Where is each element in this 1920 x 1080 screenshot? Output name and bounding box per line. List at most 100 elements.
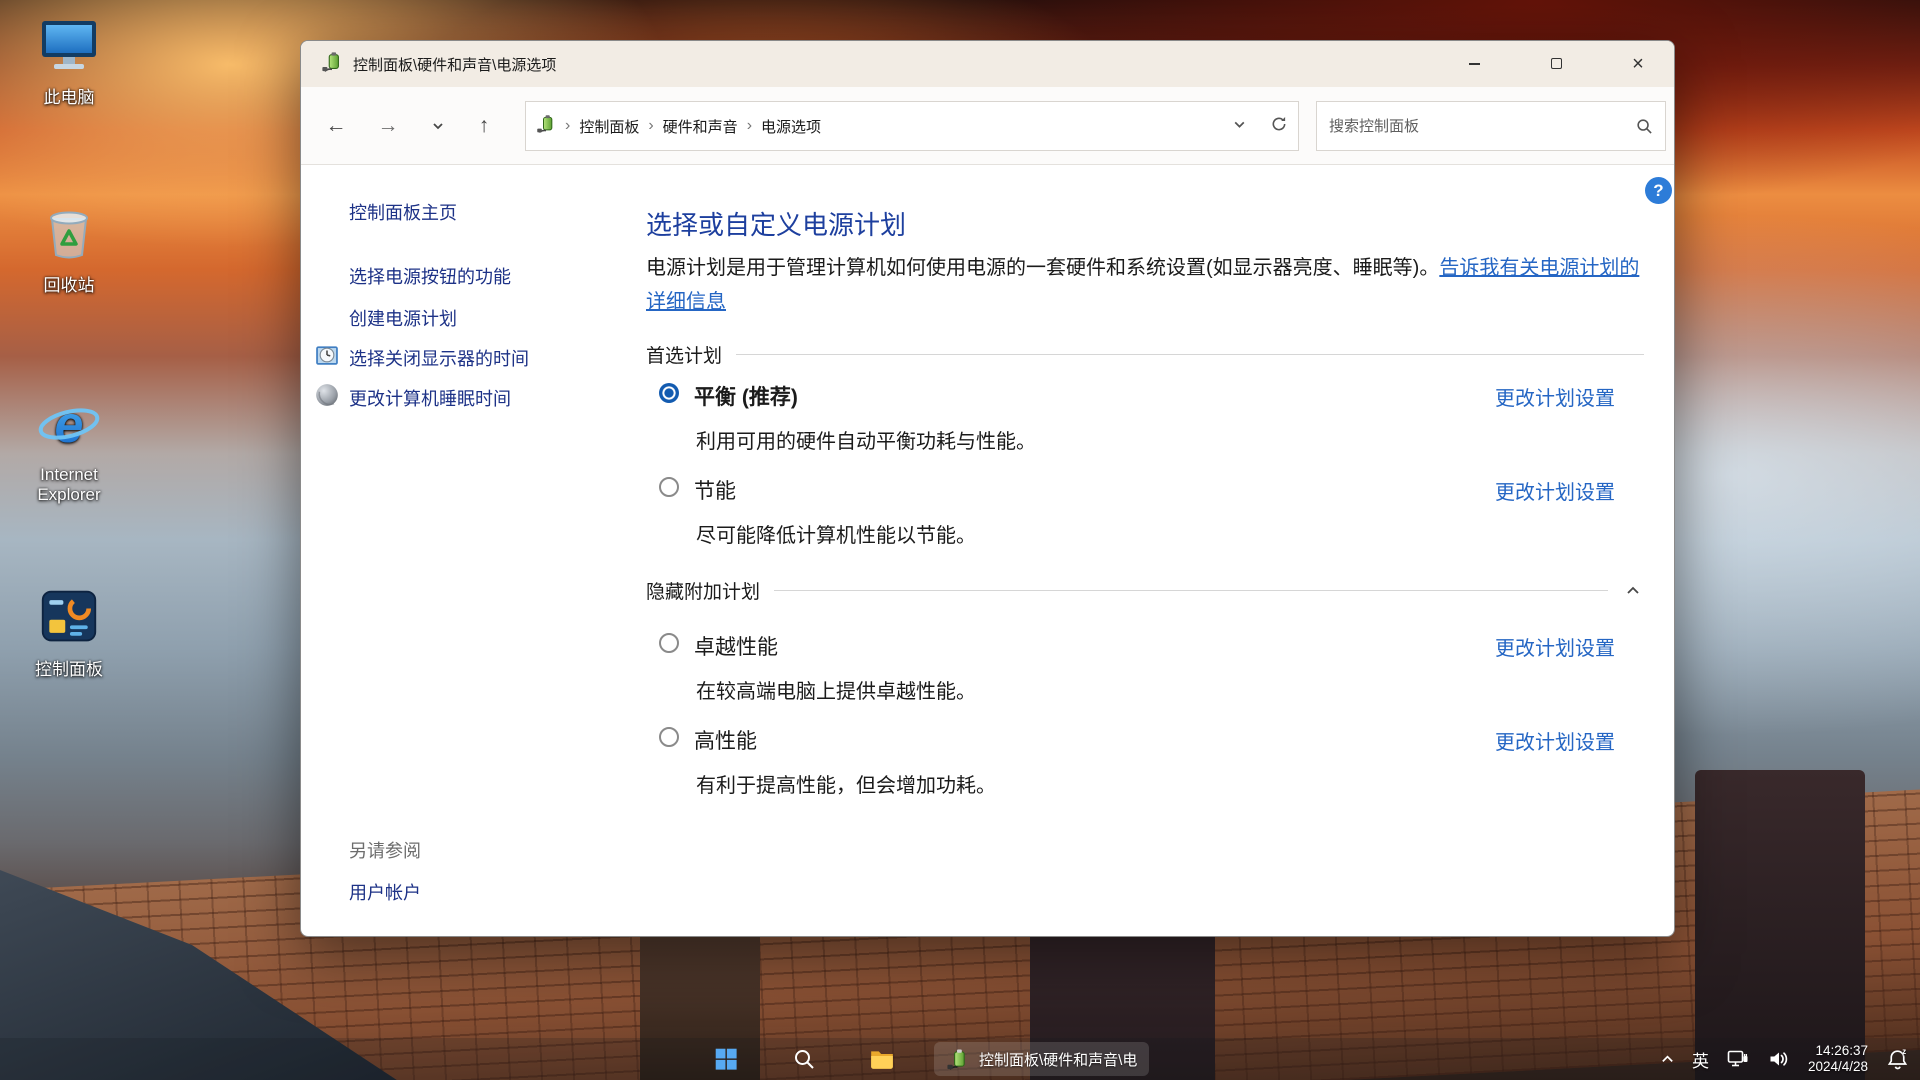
sidebar-item-control-panel-home[interactable]: 控制面板主页 — [349, 199, 457, 225]
search-box[interactable] — [1316, 101, 1666, 151]
back-button[interactable]: ← — [319, 109, 353, 143]
plan-row-high-performance: 高性能 更改计划设置 有利于提高性能，但会增加功耗。 — [646, 723, 1644, 807]
maximize-icon — [1551, 58, 1562, 69]
svg-text:e: e — [55, 396, 84, 454]
plan-name: 卓越性能 — [694, 631, 778, 661]
help-button[interactable]: ? — [1645, 177, 1672, 204]
plan-description: 利用可用的硬件自动平衡功耗与性能。 — [696, 425, 1036, 454]
volume-icon[interactable] — [1767, 1047, 1791, 1071]
breadcrumb-hardware-sound[interactable]: 硬件和声音 — [663, 116, 738, 137]
address-dropdown-chevron[interactable] — [1232, 117, 1247, 136]
recycle-bin-icon — [37, 200, 101, 264]
section-label: 首选计划 — [646, 341, 722, 368]
start-button[interactable] — [702, 1040, 750, 1078]
radio-high-performance[interactable] — [659, 727, 679, 747]
maximize-button[interactable] — [1527, 41, 1585, 86]
intro-paragraph: 电源计划是用于管理计算机如何使用电源的一套硬件和系统设置(如显示器亮度、睡眠等)… — [646, 251, 1646, 319]
plan-description: 有利于提高性能，但会增加功耗。 — [696, 769, 996, 798]
window-title: 控制面板\硬件和声音\电源选项 — [353, 54, 556, 75]
address-bar[interactable]: › 控制面板 › 硬件和声音 › 电源选项 — [525, 101, 1299, 151]
page-title: 选择或自定义电源计划 — [646, 205, 906, 242]
control-panel-icon — [37, 584, 101, 648]
plan-name: 高性能 — [694, 725, 757, 755]
power-options-icon-small — [536, 114, 556, 138]
sidebar-item-user-accounts[interactable]: 用户帐户 — [349, 879, 421, 905]
internet-explorer-icon: e — [37, 394, 101, 458]
taskbar: 控制面板\硬件和声音\电 英 14:26:37 2024/4/28 — [0, 1038, 1920, 1080]
plan-description: 尽可能降低计算机性能以节能。 — [696, 519, 976, 548]
language-indicator[interactable]: 英 — [1692, 1047, 1709, 1072]
svg-text:z: z — [1902, 1047, 1906, 1056]
power-options-icon — [946, 1048, 969, 1071]
sidebar-item-display-off-time[interactable]: 选择关闭显示器的时间 — [349, 345, 529, 371]
windows-logo-icon — [713, 1046, 739, 1072]
sidebar-item-sleep-time[interactable]: 更改计算机睡眠时间 — [349, 385, 511, 411]
plan-row-balanced: 平衡 (推荐) 更改计划设置 利用可用的硬件自动平衡功耗与性能。 — [646, 379, 1644, 463]
search-icon — [792, 1047, 816, 1071]
desktop-icon-internet-explorer[interactable]: e Internet Explorer — [10, 394, 128, 505]
forward-button[interactable]: → — [371, 109, 405, 143]
search-icon[interactable] — [1636, 118, 1653, 135]
taskbar-app-control-panel[interactable]: 控制面板\硬件和声音\电 — [934, 1042, 1149, 1076]
minimize-button[interactable] — [1445, 41, 1503, 86]
breadcrumb-control-panel[interactable]: 控制面板 — [579, 116, 639, 137]
breadcrumb-separator: › — [747, 117, 752, 135]
radio-power-saver[interactable] — [659, 477, 679, 497]
desktop-icon-label: 回收站 — [44, 271, 95, 296]
intro-text: 电源计划是用于管理计算机如何使用电源的一套硬件和系统设置(如显示器亮度、睡眠等)… — [646, 257, 1439, 279]
desktop-icon-label: 控制面板 — [35, 655, 103, 680]
change-plan-settings-link[interactable]: 更改计划设置 — [1495, 382, 1615, 411]
question-mark-icon: ? — [1653, 181, 1663, 201]
tray-clock[interactable]: 14:26:37 2024/4/28 — [1808, 1043, 1868, 1075]
display-off-time-icon — [314, 342, 340, 368]
hidden-plans-section: 隐藏附加计划 — [646, 577, 1644, 604]
control-panel-window: 控制面板\硬件和声音\电源选项 × ← → ↑ › 控制面板 › 硬件和声音 › — [300, 40, 1675, 937]
desktop-icon-label: 此电脑 — [44, 83, 95, 108]
tray-overflow-chevron[interactable] — [1660, 1052, 1675, 1067]
preferred-plans-section: 首选计划 — [646, 341, 1644, 368]
wall-tower — [1695, 770, 1865, 1080]
close-icon: × — [1632, 54, 1644, 74]
radio-ultimate-performance[interactable] — [659, 633, 679, 653]
sidebar-item-create-power-plan[interactable]: 创建电源计划 — [349, 305, 457, 331]
section-label: 隐藏附加计划 — [646, 577, 760, 604]
folder-icon — [869, 1046, 895, 1072]
recent-pages-chevron[interactable] — [421, 109, 455, 143]
desktop-icon-control-panel[interactable]: 控制面板 — [10, 584, 128, 680]
section-divider — [774, 590, 1608, 591]
see-also-label: 另请参阅 — [349, 837, 421, 863]
breadcrumb-separator: › — [565, 117, 570, 135]
taskbar-app-label: 控制面板\硬件和声音\电 — [979, 1049, 1137, 1070]
collapse-section-button[interactable] — [1622, 580, 1644, 602]
radio-balanced[interactable] — [659, 383, 679, 403]
desktop-icon-this-pc[interactable]: 此电脑 — [10, 12, 128, 108]
chevron-up-icon — [1660, 1052, 1675, 1067]
change-plan-settings-link[interactable]: 更改计划设置 — [1495, 726, 1615, 755]
refresh-button[interactable] — [1270, 115, 1288, 137]
section-divider — [736, 354, 1644, 355]
power-options-icon — [321, 51, 343, 78]
refresh-icon — [1270, 115, 1288, 133]
plan-row-power-saver: 节能 更改计划设置 尽可能降低计算机性能以节能。 — [646, 473, 1644, 557]
tray-time: 14:26:37 — [1815, 1043, 1868, 1059]
this-pc-icon — [37, 12, 101, 76]
change-plan-settings-link[interactable]: 更改计划设置 — [1495, 632, 1615, 661]
file-explorer-button[interactable] — [858, 1040, 906, 1078]
navigation-bar: ← → ↑ › 控制面板 › 硬件和声音 › 电源选项 — [301, 87, 1674, 165]
notification-bell-icon[interactable]: z — [1885, 1047, 1910, 1072]
change-plan-settings-link[interactable]: 更改计划设置 — [1495, 476, 1615, 505]
breadcrumb-separator: › — [648, 117, 653, 135]
close-button[interactable]: × — [1609, 41, 1667, 86]
up-button[interactable]: ↑ — [467, 109, 501, 143]
desktop-icon-recycle-bin[interactable]: 回收站 — [10, 200, 128, 296]
plan-description: 在较高端电脑上提供卓越性能。 — [696, 675, 976, 704]
search-input[interactable] — [1329, 118, 1636, 135]
breadcrumb-power-options[interactable]: 电源选项 — [761, 116, 821, 137]
search-button[interactable] — [780, 1040, 828, 1078]
chevron-down-icon — [1232, 117, 1247, 132]
chevron-up-icon — [1625, 583, 1641, 599]
plan-name: 平衡 (推荐) — [694, 381, 798, 411]
network-icon[interactable] — [1726, 1047, 1750, 1071]
chevron-down-icon — [431, 119, 445, 133]
sidebar-item-power-buttons[interactable]: 选择电源按钮的功能 — [349, 263, 511, 289]
